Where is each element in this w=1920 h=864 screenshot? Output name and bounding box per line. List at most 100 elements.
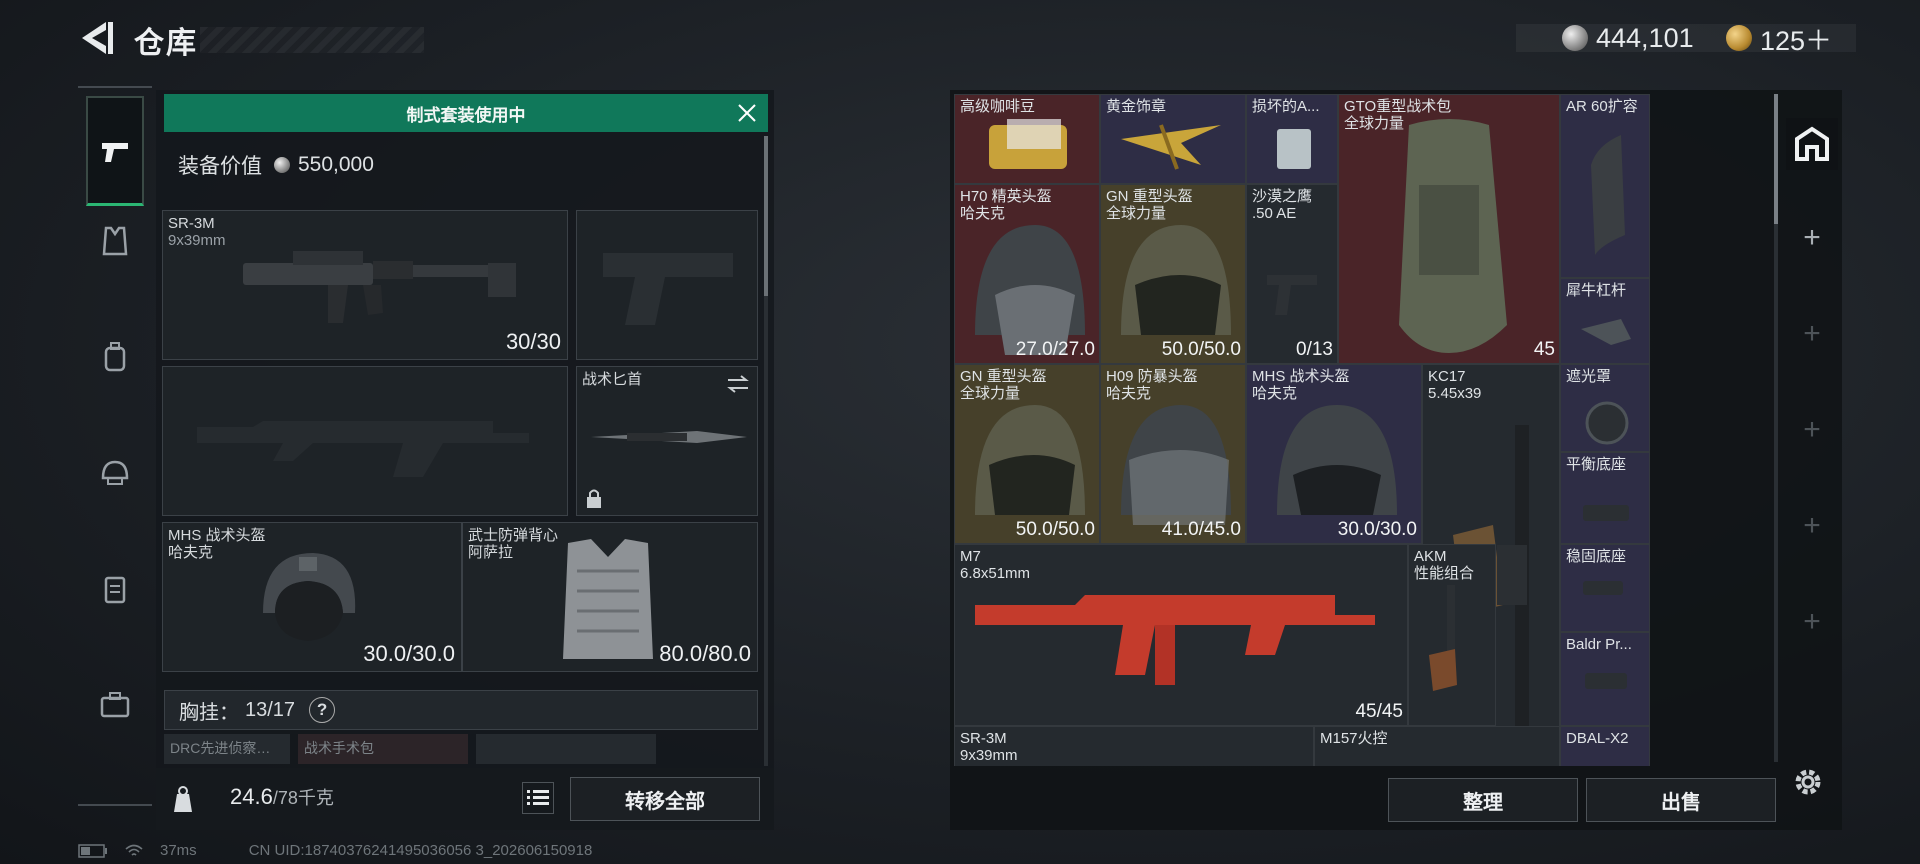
weight-max: /78千克 — [272, 788, 334, 808]
stash-scroll-thumb[interactable] — [1774, 94, 1778, 224]
item-value: 50.0/50.0 — [1015, 519, 1095, 540]
organize-button[interactable]: 整理 — [1388, 778, 1578, 822]
item-name: M157火控 — [1320, 730, 1388, 747]
slot-knife[interactable]: 战术匕首 — [576, 366, 758, 516]
item-name: 损坏的A... — [1252, 98, 1320, 115]
stash-item-balance[interactable]: 平衡底座 — [1560, 452, 1650, 544]
top-bar: 仓库 444,101 125＋ — [0, 0, 1920, 80]
stash-item-baldr[interactable]: Baldr Pr... — [1560, 632, 1650, 726]
loadout-scroll-thumb[interactable] — [764, 136, 768, 296]
armor-durability: 80.0/80.0 — [659, 641, 751, 666]
item-value: 30.0/30.0 — [1337, 519, 1417, 540]
sub-slot-1[interactable]: DRC先进侦察… — [164, 734, 290, 764]
stash-item-gn2[interactable]: GN 重型头盔 全球力量 50.0/50.0 — [954, 364, 1100, 544]
swap-icon[interactable] — [725, 373, 751, 395]
stash-item-mhs[interactable]: MHS 战术头盔 哈夫克 30.0/30.0 — [1246, 364, 1422, 544]
category-armor[interactable] — [86, 212, 144, 270]
stash-item-h70[interactable]: H70 精英头盔 哈夫克 27.0/27.0 — [954, 184, 1100, 364]
transfer-all-button[interactable]: 转移全部 — [570, 777, 760, 821]
gold-currency[interactable]: 125＋ — [1726, 20, 1832, 56]
slot-primary-weapon[interactable]: SR-3M 9x39mm 30/30 — [162, 210, 568, 360]
add-tab-slot-4[interactable]: + — [1786, 500, 1838, 552]
item-value: 45 — [1533, 339, 1555, 360]
chest-label: 胸挂： — [179, 701, 239, 724]
silver-coin-icon — [274, 157, 290, 173]
stash-item-h09[interactable]: H09 防暴头盔 哈夫克 41.0/45.0 — [1100, 364, 1246, 544]
item-name: Baldr Pr... — [1566, 636, 1632, 653]
page-title: 仓库 — [134, 27, 198, 60]
item-name: 高级咖啡豆 — [960, 98, 1036, 115]
stash-item-gto[interactable]: GTO重型战术包 全球力量 45 — [1338, 94, 1560, 364]
category-backpack[interactable] — [86, 328, 144, 386]
sub-slot-3[interactable] — [476, 734, 656, 764]
silver-currency[interactable]: 444,101 — [1562, 20, 1694, 56]
item-image-icon — [1591, 135, 1625, 255]
pistol-icon — [102, 142, 128, 162]
add-tab-slot-2[interactable]: + — [1786, 308, 1838, 360]
slot-pistol-empty[interactable] — [576, 210, 758, 360]
slot-helmet[interactable]: MHS 战术头盔 哈夫克 30.0/30.0 — [162, 522, 462, 672]
item-name: AR 60扩容 — [1566, 98, 1638, 115]
stash-item-dbal[interactable]: DBAL-X2 — [1560, 726, 1650, 766]
stash-home-icon — [1795, 126, 1829, 161]
item-name: GN 重型头盔 — [1106, 188, 1193, 205]
item-name: AKM — [1414, 548, 1447, 565]
category-case[interactable] — [86, 676, 144, 734]
vest-icon — [563, 539, 653, 659]
category-weapons[interactable] — [86, 96, 144, 206]
category-rig[interactable] — [86, 560, 144, 618]
item-value: 45/45 — [1355, 701, 1403, 722]
item-value: 0/13 — [1296, 339, 1333, 360]
sub-slot-2[interactable]: 战术手术包 — [298, 734, 468, 764]
add-tab-slot-5[interactable]: + — [1786, 596, 1838, 648]
item-value: 50.0/50.0 — [1161, 339, 1241, 360]
stash-item-sr3m[interactable]: SR-3M 9x39mm — [954, 726, 1314, 766]
chest-rig-bar[interactable]: 胸挂： 13/17 ? — [164, 690, 758, 730]
stash-item-m7[interactable]: M7 6.8x51mm 45/45 — [954, 544, 1408, 726]
weight-current: 24.6 — [230, 784, 273, 809]
status-bar: 37ms CN UID:18740376241495036056 3_20260… — [78, 842, 592, 859]
item-image-icon — [1399, 119, 1507, 353]
slot-body-armor[interactable]: 武士防弹背心 阿萨拉 80.0/80.0 — [462, 522, 758, 672]
sr3m-rifle-icon — [243, 251, 516, 323]
item-sub: .50 AE — [1252, 205, 1297, 222]
stash-item-gn1[interactable]: GN 重型头盔 全球力量 50.0/50.0 — [1100, 184, 1246, 364]
add-tab-button[interactable]: + — [1786, 212, 1838, 264]
help-icon[interactable]: ? — [309, 697, 336, 723]
stash-item-shade[interactable]: 遮光罩 — [1560, 364, 1650, 452]
stash-item-m157[interactable]: M157火控 — [1314, 726, 1560, 766]
silver-amount: 444,101 — [1596, 22, 1694, 53]
stash-item-deagle[interactable]: 沙漠之鹰 .50 AE 0/13 — [1246, 184, 1338, 364]
weight-icon — [174, 786, 192, 812]
list-view-button[interactable] — [522, 782, 554, 814]
category-helmet[interactable] — [86, 444, 144, 502]
chest-capacity: 13/17 — [245, 698, 296, 721]
knife-name: 战术匕首 — [582, 371, 643, 388]
stash-side-tabs: + + + + + — [1782, 90, 1842, 770]
backpack-icon — [104, 342, 126, 372]
stash-item-akm[interactable]: AKM 性能组合 — [1408, 544, 1496, 726]
close-icon[interactable] — [736, 102, 758, 124]
add-tab-slot-3[interactable]: + — [1786, 404, 1838, 456]
armor-brand: 阿萨拉 — [468, 544, 514, 561]
item-name: SR-3M — [960, 730, 1007, 747]
stash-item-broken[interactable]: 损坏的A... — [1246, 94, 1338, 184]
gear-icon[interactable] — [1790, 764, 1826, 800]
item-name: H09 防暴头盔 — [1106, 368, 1198, 385]
item-name: 黄金饰章 — [1106, 98, 1167, 115]
slot-secondary-weapon-empty[interactable] — [162, 366, 568, 516]
sell-button[interactable]: 出售 — [1586, 778, 1776, 822]
stash-item-stable[interactable]: 稳固底座 — [1560, 544, 1650, 632]
stash-panel: 高级咖啡豆 黄金饰章 损坏的A... GTO重型战术包 全球力量 45 AR 60扩容 H70… — [950, 90, 1842, 830]
stash-item-badge[interactable]: 黄金饰章 — [1100, 94, 1246, 184]
helmet-brand: 哈夫克 — [168, 544, 214, 561]
stash-tab-main[interactable] — [1786, 118, 1838, 170]
knife-icon — [591, 431, 747, 443]
stash-item-crowbar[interactable]: 犀牛杠杆 — [1560, 278, 1650, 364]
equipment-value-amount: 550,000 — [298, 153, 374, 176]
back-button[interactable] — [78, 18, 116, 58]
ping: 37ms — [160, 842, 197, 859]
stash-item-coffee[interactable]: 高级咖啡豆 — [954, 94, 1100, 184]
silver-coin-icon — [1562, 25, 1588, 51]
stash-item-ar60[interactable]: AR 60扩容 — [1560, 94, 1650, 278]
